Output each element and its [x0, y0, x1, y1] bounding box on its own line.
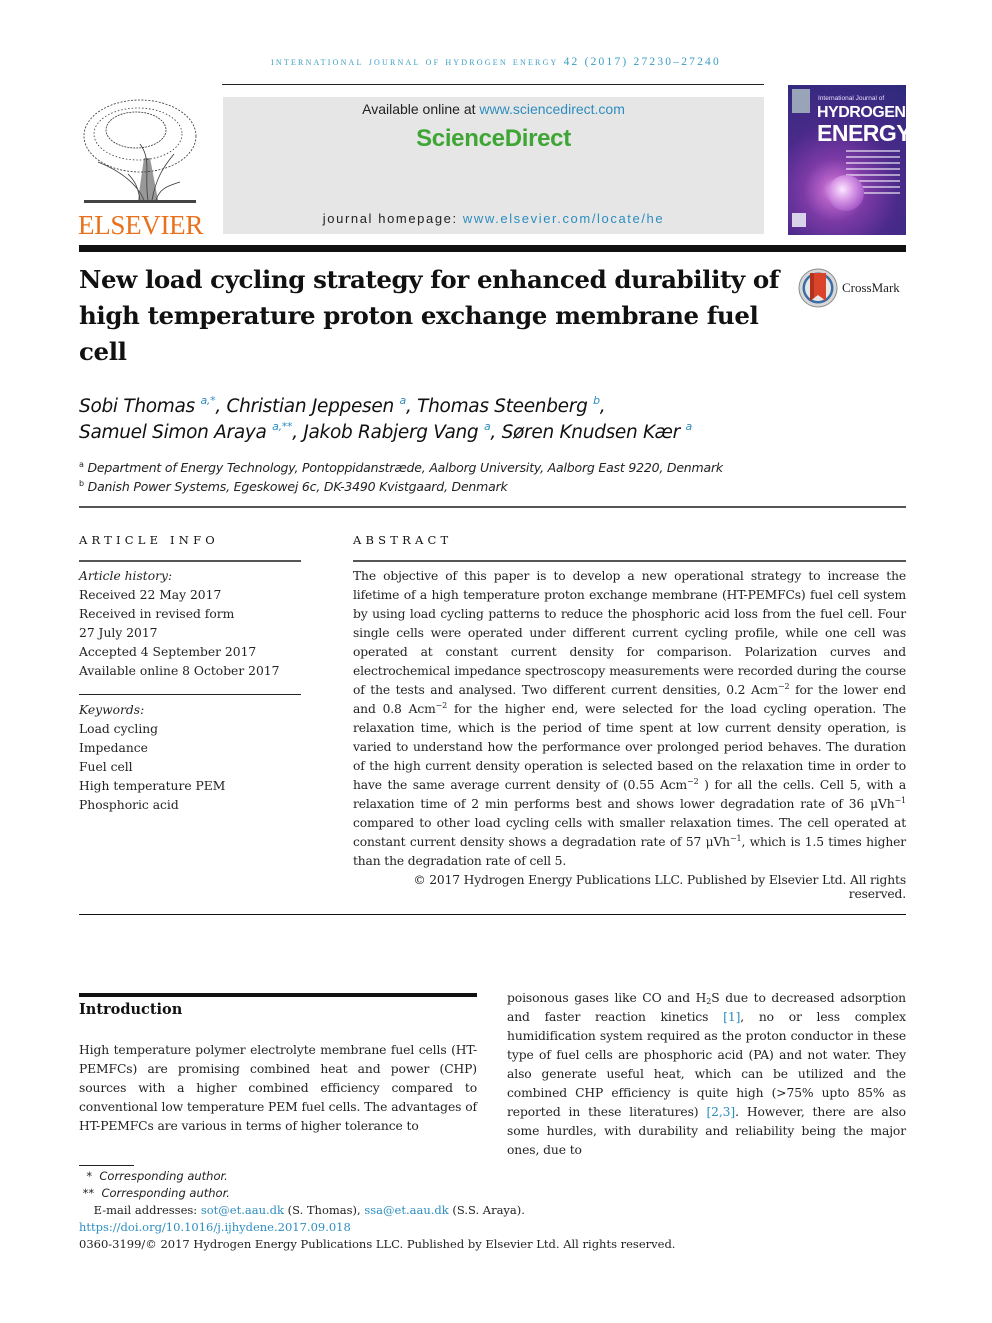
author-name[interactable]: Samuel Simon Araya	[79, 422, 267, 443]
section-rule	[79, 993, 477, 997]
crossmark-label: CrossMark	[842, 280, 900, 295]
author-affiliation-marker[interactable]: a,**	[272, 420, 292, 433]
email-link[interactable]: ssa@et.aau.dk	[364, 1203, 448, 1217]
abstract-end-rule	[79, 914, 906, 915]
introduction-heading: Introduction	[79, 1001, 183, 1018]
crossmark-icon	[798, 268, 838, 308]
abstract-copyright: © 2017 Hydrogen Energy Publications LLC.…	[413, 873, 906, 901]
history-item: Received 22 May 2017	[79, 588, 222, 602]
author-separator: ,	[215, 396, 227, 417]
history-item: Accepted 4 September 2017	[79, 645, 257, 659]
elsevier-logo[interactable]: ELSEVIER	[78, 96, 204, 240]
email-label: E-mail addresses:	[93, 1203, 201, 1217]
doi-link[interactable]: https://doi.org/10.1016/j.ijhydene.2017.…	[79, 1219, 879, 1236]
author-separator: ,	[599, 396, 606, 417]
keyword-item: Load cycling	[79, 722, 159, 736]
cover-publisher-mark	[792, 213, 806, 227]
footnote-rule	[79, 1165, 134, 1166]
header-rule	[222, 84, 764, 85]
email-link[interactable]: sot@et.aau.dk	[201, 1203, 284, 1217]
crossmark-button[interactable]: CrossMark	[797, 267, 900, 309]
author-affiliation-marker[interactable]: a,*	[200, 394, 215, 407]
author-name[interactable]: Sobi Thomas	[79, 396, 195, 417]
history-item: Available online 8 October 2017	[79, 664, 280, 678]
author-name[interactable]: Thomas Steenberg	[417, 396, 588, 417]
abstract-text: The objective of this paper is to develo…	[353, 569, 907, 868]
available-online-label: Available online at	[362, 101, 480, 117]
sciencedirect-banner: Available online at www.sciencedirect.co…	[223, 97, 764, 234]
journal-homepage-link[interactable]: www.elsevier.com/locate/he	[463, 211, 664, 226]
issn-copyright: 0360-3199/© 2017 Hydrogen Energy Publica…	[79, 1237, 676, 1251]
keyword-item: High temperature PEM	[79, 779, 226, 793]
article-history-label: Article history:	[79, 569, 173, 583]
cover-subtitle: International Journal of	[818, 95, 885, 102]
available-online-line: Available online at www.sciencedirect.co…	[223, 101, 764, 117]
keyword-item: Phosphoric acid	[79, 798, 179, 812]
citation-link[interactable]: [2,3]	[706, 1105, 735, 1119]
affiliation-text: Danish Power Systems, Egeskowej 6c, DK-3…	[87, 479, 508, 494]
article-info-rule	[79, 560, 301, 562]
elsevier-wordmark: ELSEVIER	[78, 210, 204, 240]
footnote-corresponding-2: ** Corresponding author.	[82, 1186, 230, 1200]
keywords-label: Keywords:	[79, 703, 145, 717]
cover-title-line1: HYDROGEN	[817, 104, 906, 121]
journal-homepage-label: journal homepage:	[322, 211, 463, 226]
sciencedirect-logo[interactable]: ScienceDirect	[223, 125, 764, 153]
front-matter-rule	[79, 506, 906, 508]
affiliation-list: a Department of Energy Technology, Ponto…	[79, 458, 879, 496]
footnote-corresponding-1: * Corresponding author.	[86, 1169, 228, 1183]
introduction-paragraph-right: poisonous gases like CO and H2S due to d…	[507, 991, 907, 1157]
journal-cover-image[interactable]: International Journal of HYDROGEN ENERGY	[788, 85, 906, 235]
masthead-rule	[79, 245, 906, 252]
abstract-heading: ABSTRACT	[353, 533, 453, 547]
author-list: Sobi Thomas a,*, Christian Jeppesen a, T…	[79, 394, 879, 446]
author-affiliation-marker[interactable]: a	[686, 420, 693, 433]
affiliation-item: a Department of Energy Technology, Ponto…	[79, 458, 879, 477]
history-item: Received in revised form	[79, 607, 235, 621]
author-separator: ,	[292, 422, 304, 443]
journal-homepage-line: journal homepage: www.elsevier.com/locat…	[223, 211, 764, 226]
article-info-heading: ARTICLE INFO	[79, 533, 219, 547]
article-title: New load cycling strategy for enhanced d…	[79, 265, 779, 366]
author-separator: ,	[405, 396, 418, 417]
elsevier-tree-icon	[83, 99, 197, 203]
introduction-paragraph-left: High temperature polymer electrolyte mem…	[79, 1043, 477, 1133]
affiliation-text: Department of Energy Technology, Pontopp…	[87, 460, 723, 475]
keywords-list: Keywords: Load cycling Impedance Fuel ce…	[79, 701, 309, 815]
affiliation-marker: b	[79, 479, 84, 488]
article-history: Article history: Received 22 May 2017 Re…	[79, 567, 309, 681]
author-name[interactable]: Søren Knudsen Kær	[502, 422, 681, 443]
keywords-rule	[79, 694, 301, 695]
author-name[interactable]: Jakob Rabjerg Vang	[303, 422, 478, 443]
affiliation-item: b Danish Power Systems, Egeskowej 6c, DK…	[79, 477, 879, 496]
history-item: 27 July 2017	[79, 626, 158, 640]
footnote-emails: E-mail addresses: sot@et.aau.dk (S. Thom…	[93, 1203, 525, 1217]
author-separator: ,	[490, 422, 502, 443]
abstract-rule	[353, 560, 906, 562]
author-name[interactable]: Christian Jeppesen	[226, 396, 394, 417]
keyword-item: Impedance	[79, 741, 148, 755]
author-affiliation-marker[interactable]: b	[593, 394, 600, 407]
running-head: INTERNATIONAL JOURNAL OF HYDROGEN ENERGY…	[271, 56, 721, 68]
cover-orb-graphic	[828, 175, 864, 211]
citation-link[interactable]: [1]	[723, 1010, 740, 1024]
sciencedirect-link[interactable]: www.sciencedirect.com	[479, 101, 625, 117]
keyword-item: Fuel cell	[79, 760, 133, 774]
footnotes: * Corresponding author. ** Corresponding…	[79, 1168, 879, 1253]
cover-badge	[792, 89, 810, 113]
cover-title-line2: ENERGY	[817, 120, 906, 146]
affiliation-marker: a	[79, 460, 84, 469]
